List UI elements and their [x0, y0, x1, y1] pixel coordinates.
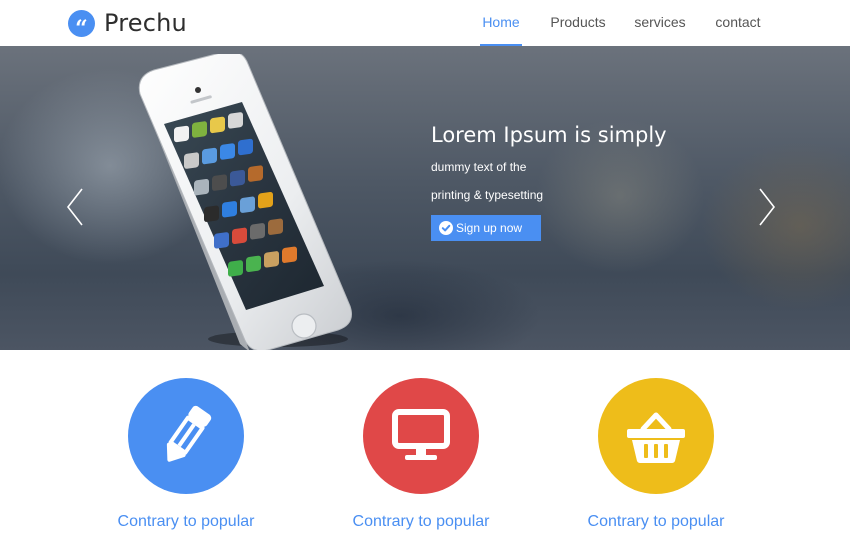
basket-icon: [627, 412, 685, 463]
nav-item-services[interactable]: services: [634, 0, 686, 46]
feature-card: Contrary to popular: [86, 378, 286, 531]
feature-card: Contrary to popular: [321, 378, 521, 531]
chevron-right-icon[interactable]: [754, 186, 778, 228]
brand-logo[interactable]: “ Prechu: [68, 8, 187, 42]
feature-label[interactable]: Contrary to popular: [556, 513, 756, 531]
hero-subtitle-line-1: dummy text of the: [431, 160, 527, 174]
sign-up-button-label: Sign up now: [456, 221, 523, 235]
feature-label[interactable]: Contrary to popular: [321, 513, 521, 531]
feature-circle[interactable]: [363, 378, 479, 494]
check-circle-icon: [439, 221, 453, 235]
feature-label[interactable]: Contrary to popular: [86, 513, 286, 531]
chevron-left-icon[interactable]: [64, 186, 88, 228]
nav-item-products[interactable]: Products: [549, 0, 607, 46]
feature-card: Contrary to popular: [556, 378, 756, 531]
nav-item-contact[interactable]: contact: [713, 0, 763, 46]
nav-item-home[interactable]: Home: [480, 0, 522, 46]
pencil-icon: [166, 405, 212, 462]
feature-circle[interactable]: [598, 378, 714, 494]
monitor-icon: [392, 409, 450, 460]
smartphone-image: [138, 54, 352, 350]
navbar: “ Prechu Home Products services contact: [0, 0, 850, 46]
sign-up-button[interactable]: Sign up now: [431, 215, 541, 241]
brand-name: Prechu: [104, 9, 187, 37]
hero-slider: Lorem Ipsum is simply dummy text of the …: [0, 46, 850, 350]
hero-title: Lorem Ipsum is simply: [431, 123, 667, 147]
quote-icon: “: [68, 9, 95, 42]
hero-subtitle-line-2: printing & typesetting: [431, 188, 544, 202]
feature-circle[interactable]: [128, 378, 244, 494]
